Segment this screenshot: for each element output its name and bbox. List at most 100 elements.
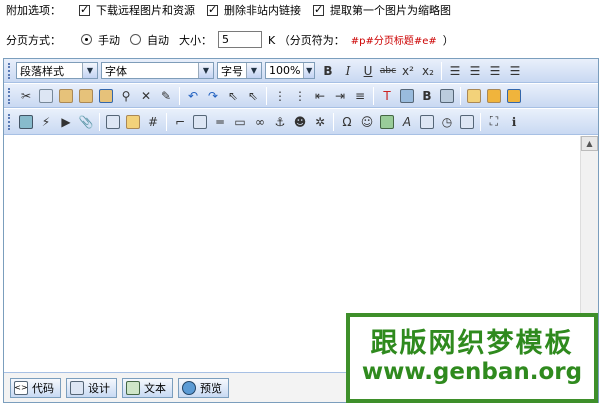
font-select-value: 字体: [105, 64, 127, 78]
toolbar-divider: [333, 112, 334, 131]
scroll-up-arrow-icon[interactable]: ▲: [581, 136, 598, 151]
anchor-icon[interactable]: ⚓: [270, 112, 290, 132]
excerpt-icon[interactable]: [457, 112, 477, 132]
align-right-icon[interactable]: ☰: [485, 61, 505, 81]
emoticon-icon[interactable]: ☺: [357, 112, 377, 132]
unordered-list-icon[interactable]: ⋮: [290, 86, 310, 106]
paging-auto-label: 自动: [147, 33, 169, 47]
paste-text-icon[interactable]: [76, 86, 96, 106]
toolbar-divider: [179, 86, 180, 105]
zoom-select[interactable]: 100% ▼: [265, 62, 315, 79]
watermark-logo: 跟版网织梦模板 www.genban.org: [346, 313, 598, 403]
toolbar-divider: [266, 86, 267, 105]
about-icon[interactable]: ℹ: [504, 112, 524, 132]
image-icon[interactable]: [16, 112, 36, 132]
format-select[interactable]: 段落样式 ▼: [16, 62, 98, 79]
background-color-icon[interactable]: [397, 86, 417, 106]
paging-separator-tag: #p#分页标题#e#: [350, 36, 437, 47]
remove-links-checkbox[interactable]: [207, 3, 218, 16]
toolbar-grip[interactable]: [8, 62, 12, 79]
paragraph-icon[interactable]: ≡: [350, 86, 370, 106]
editor-toolbar-1: 段落样式 ▼ 字体 ▼ 字号 ▼ 100% ▼ B I U abc x² x₂ …: [4, 59, 598, 83]
media-icon[interactable]: ▶: [56, 112, 76, 132]
tab-preview-label: 预览: [200, 381, 222, 395]
special-icon[interactable]: ✲: [310, 112, 330, 132]
download-remote-checkbox[interactable]: [79, 3, 90, 16]
toolbar-divider: [373, 86, 374, 105]
highlight-icon[interactable]: B: [417, 86, 437, 106]
undo-icon[interactable]: ↶: [183, 86, 203, 106]
special-char-icon[interactable]: Ω: [337, 112, 357, 132]
horizontal-rule-icon[interactable]: ═: [210, 112, 230, 132]
border-icon[interactable]: [464, 86, 484, 106]
table-icon[interactable]: #: [143, 112, 163, 132]
toolbar-divider: [166, 112, 167, 131]
select-all-icon[interactable]: ⇖: [223, 86, 243, 106]
flash-icon[interactable]: ⚡: [36, 112, 56, 132]
art-text-icon[interactable]: A: [397, 112, 417, 132]
toolbar-grip[interactable]: [8, 113, 12, 130]
time-icon[interactable]: ◷: [437, 112, 457, 132]
paging-row: 分页方式： 手动 自动 大小： K （分页符为： #p#分页标题#e# ）: [6, 31, 454, 48]
paging-size-label: 大小：: [179, 33, 212, 47]
form-icon[interactable]: ⌐: [170, 112, 190, 132]
strikethrough-button[interactable]: abc: [378, 61, 398, 81]
copy-icon[interactable]: [36, 86, 56, 106]
fore-color-icon[interactable]: [504, 86, 524, 106]
toolbar-grip[interactable]: [8, 87, 12, 104]
align-center-icon[interactable]: ☰: [465, 61, 485, 81]
absolute-position-icon[interactable]: ⇖: [243, 86, 263, 106]
tab-text-label: 文本: [144, 381, 166, 395]
toolbar-divider: [460, 86, 461, 105]
download-remote-label: 下载远程图片和资源: [96, 4, 195, 17]
indent-icon[interactable]: ⇥: [330, 86, 350, 106]
insert-page-icon[interactable]: [123, 112, 143, 132]
ordered-list-icon[interactable]: ⋮: [270, 86, 290, 106]
superscript-button[interactable]: x²: [398, 61, 418, 81]
fill-color-icon[interactable]: [484, 86, 504, 106]
align-justify-icon[interactable]: ☰: [505, 61, 525, 81]
paging-size-input[interactable]: [218, 31, 262, 48]
fieldset-icon[interactable]: [190, 112, 210, 132]
underline-button[interactable]: U: [358, 61, 378, 81]
watermark-line-2: www.genban.org: [361, 359, 583, 386]
extract-thumb-checkbox[interactable]: [313, 3, 324, 16]
tab-design[interactable]: 设计: [66, 377, 117, 398]
format-painter-icon[interactable]: [437, 86, 457, 106]
toolbar-divider: [441, 61, 442, 80]
tab-preview[interactable]: 预览: [178, 377, 229, 398]
bold-button[interactable]: B: [318, 61, 338, 81]
fullscreen-icon[interactable]: ⛶: [484, 112, 504, 132]
paste-word-icon[interactable]: [96, 86, 116, 106]
zoom-select-value: 100%: [269, 64, 301, 77]
align-left-icon[interactable]: ☰: [445, 61, 465, 81]
globe-icon: [182, 380, 196, 395]
paste-icon[interactable]: [56, 86, 76, 106]
clear-format-icon[interactable]: ✎: [156, 86, 176, 106]
paging-auto-radio[interactable]: [130, 34, 141, 45]
tab-text[interactable]: 文本: [122, 377, 173, 398]
cut-icon[interactable]: ✂: [16, 86, 36, 106]
subscript-button[interactable]: x₂: [418, 61, 438, 81]
attachment-icon[interactable]: 📎: [76, 112, 96, 132]
delete-icon[interactable]: ✕: [136, 86, 156, 106]
font-size-select[interactable]: 字号 ▼: [217, 62, 262, 79]
date-icon[interactable]: [417, 112, 437, 132]
link-icon[interactable]: ∞: [250, 112, 270, 132]
outdent-icon[interactable]: ⇤: [310, 86, 330, 106]
tab-code[interactable]: <> 代码: [10, 377, 61, 398]
redo-icon[interactable]: ↷: [203, 86, 223, 106]
chevron-down-icon: ▼: [82, 63, 97, 78]
find-icon[interactable]: ⚲: [116, 86, 136, 106]
paging-close-paren: ）: [442, 33, 454, 47]
marquee-icon[interactable]: [377, 112, 397, 132]
font-color-icon[interactable]: T: [377, 86, 397, 106]
insert-row-icon[interactable]: [103, 112, 123, 132]
tab-code-label: 代码: [32, 381, 54, 395]
font-select[interactable]: 字体 ▼: [101, 62, 214, 79]
user-icon[interactable]: ☻: [290, 112, 310, 132]
chevron-down-icon: ▼: [246, 63, 261, 78]
input-icon[interactable]: ▭: [230, 112, 250, 132]
italic-button[interactable]: I: [338, 61, 358, 81]
paging-manual-radio[interactable]: [81, 34, 92, 45]
